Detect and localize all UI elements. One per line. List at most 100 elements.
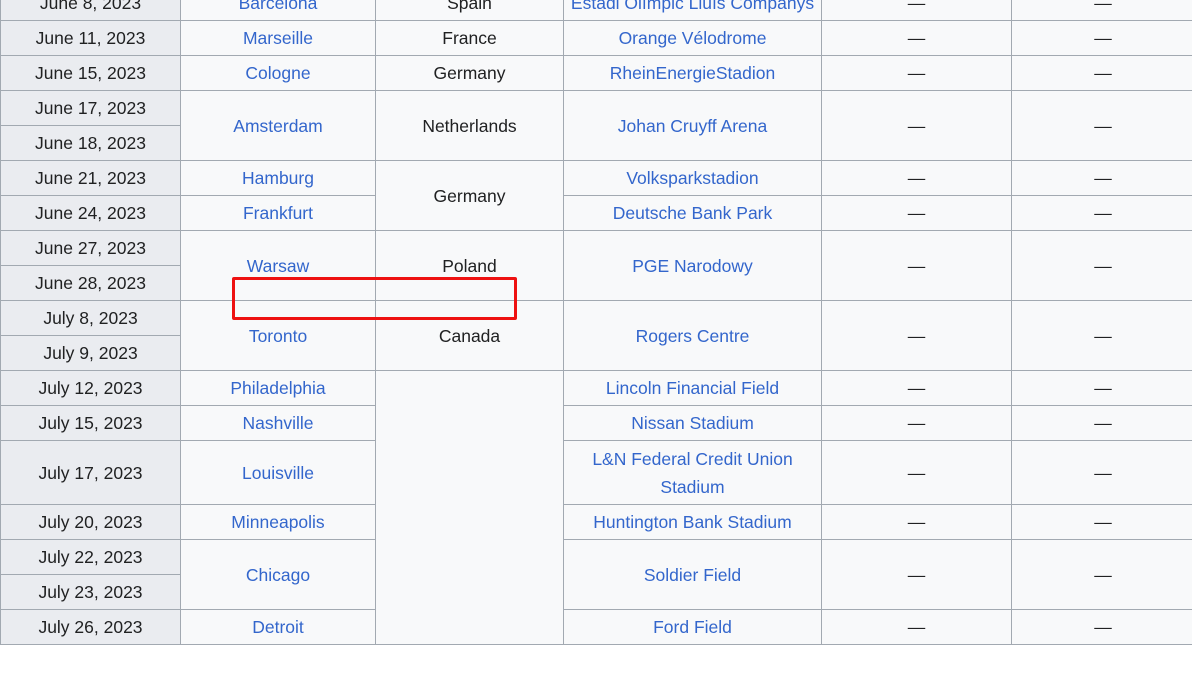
venue-link[interactable]: L&N Federal Credit Union Stadium — [592, 449, 792, 497]
venue-link[interactable]: Estadi Olímpic Lluís Companys — [571, 0, 814, 13]
city-link[interactable]: Marseille — [243, 28, 313, 48]
venue-cell: Orange Vélodrome — [563, 20, 822, 56]
venue-link[interactable]: PGE Narodowy — [632, 256, 753, 276]
venue-link[interactable]: Rogers Centre — [636, 326, 750, 346]
date-cell: June 24, 2023 — [0, 195, 181, 231]
table-row: July 15, 2023 Nashville Nissan Stadium —… — [0, 405, 1192, 441]
attendance-cell: — — [821, 440, 1012, 505]
table-row: June 17, 2023 Amsterdam Netherlands Joha… — [0, 90, 1192, 161]
attendance-cell: — — [821, 230, 1012, 301]
country-cell — [375, 370, 564, 645]
revenue-cell: — — [1011, 300, 1192, 371]
venue-link[interactable]: Orange Vélodrome — [619, 28, 767, 48]
date-cell: June 8, 2023 — [0, 0, 181, 21]
revenue-cell: — — [1011, 90, 1192, 161]
city-link[interactable]: Frankfurt — [243, 203, 313, 223]
table-row: July 17, 2023 Louisville L&N Federal Cre… — [0, 440, 1192, 505]
venue-cell: Ford Field — [563, 609, 822, 645]
venue-link[interactable]: Huntington Bank Stadium — [593, 512, 791, 532]
city-link[interactable]: Philadelphia — [230, 378, 325, 398]
revenue-cell: — — [1011, 230, 1192, 301]
attendance-cell: — — [821, 405, 1012, 441]
date-cell: July 26, 2023 — [0, 609, 181, 645]
city-link[interactable]: Amsterdam — [233, 116, 322, 136]
date-cell: June 28, 2023 — [0, 265, 181, 301]
venue-cell: Soldier Field — [563, 539, 822, 610]
city-link[interactable]: Cologne — [245, 63, 310, 83]
venue-link[interactable]: Deutsche Bank Park — [613, 203, 773, 223]
attendance-cell: — — [821, 504, 1012, 540]
attendance-cell: — — [821, 300, 1012, 371]
city-cell: Minneapolis — [180, 504, 376, 540]
city-link[interactable]: Toronto — [249, 326, 307, 346]
table-row: June 11, 2023 Marseille France Orange Vé… — [0, 20, 1192, 56]
table-row: June 24, 2023 Frankfurt Deutsche Bank Pa… — [0, 195, 1192, 231]
attendance-cell: — — [821, 90, 1012, 161]
venue-cell: PGE Narodowy — [563, 230, 822, 301]
attendance-cell: — — [821, 195, 1012, 231]
country-cell: France — [375, 20, 564, 56]
table-row: July 8, 2023 Toronto Canada Rogers Centr… — [0, 300, 1192, 371]
city-link[interactable]: Hamburg — [242, 168, 314, 188]
revenue-cell: — — [1011, 539, 1192, 610]
venue-cell: Volksparkstadion — [563, 160, 822, 196]
date-cell: July 23, 2023 — [0, 574, 181, 610]
city-cell: Nashville — [180, 405, 376, 441]
date-cell: June 11, 2023 — [0, 20, 181, 56]
venue-cell: Nissan Stadium — [563, 405, 822, 441]
table-row: July 20, 2023 Minneapolis Huntington Ban… — [0, 504, 1192, 540]
city-cell: Barcelona — [180, 0, 376, 21]
table-row: July 26, 2023 Detroit Ford Field — — — [0, 609, 1192, 645]
city-cell: Cologne — [180, 55, 376, 91]
city-cell: Warsaw — [180, 230, 376, 301]
city-link[interactable]: Nashville — [243, 413, 314, 433]
date-cell: July 9, 2023 — [0, 335, 181, 371]
attendance-cell: — — [821, 0, 1012, 21]
venue-link[interactable]: Volksparkstadion — [626, 168, 758, 188]
city-cell: Louisville — [180, 440, 376, 505]
city-cell: Philadelphia — [180, 370, 376, 406]
tour-dates-table: June 8, 2023 Barcelona Spain Estadi Olím… — [0, 0, 1192, 645]
venue-link[interactable]: Nissan Stadium — [631, 413, 754, 433]
date-cell: July 22, 2023 — [0, 539, 181, 575]
date-cell: June 15, 2023 — [0, 55, 181, 91]
venue-link[interactable]: RheinEnergieStadion — [610, 63, 775, 83]
venue-cell: Rogers Centre — [563, 300, 822, 371]
table-row: June 8, 2023 Barcelona Spain Estadi Olím… — [0, 0, 1192, 21]
city-cell: Detroit — [180, 609, 376, 645]
venue-link[interactable]: Soldier Field — [644, 565, 741, 585]
city-cell: Amsterdam — [180, 90, 376, 161]
venue-link[interactable]: Ford Field — [653, 617, 732, 637]
city-link[interactable]: Detroit — [252, 617, 304, 637]
revenue-cell: — — [1011, 0, 1192, 21]
country-cell: Canada — [375, 300, 564, 371]
attendance-cell: — — [821, 55, 1012, 91]
venue-link[interactable]: Lincoln Financial Field — [606, 378, 779, 398]
revenue-cell: — — [1011, 195, 1192, 231]
date-cell: June 27, 2023 — [0, 230, 181, 266]
table-row: July 22, 2023 Chicago Soldier Field — — — [0, 539, 1192, 610]
date-cell: June 18, 2023 — [0, 125, 181, 161]
table-row: July 12, 2023 Philadelphia Lincoln Finan… — [0, 370, 1192, 645]
date-cell: June 17, 2023 — [0, 90, 181, 126]
attendance-cell: — — [821, 160, 1012, 196]
city-link[interactable]: Louisville — [242, 463, 314, 483]
table-row: June 15, 2023 Cologne Germany RheinEnerg… — [0, 55, 1192, 91]
city-cell: Chicago — [180, 539, 376, 610]
venue-link[interactable]: Johan Cruyff Arena — [618, 116, 768, 136]
city-link[interactable]: Barcelona — [239, 0, 318, 13]
city-cell: Frankfurt — [180, 195, 376, 231]
attendance-cell: — — [821, 609, 1012, 645]
attendance-cell: — — [821, 20, 1012, 56]
city-link[interactable]: Warsaw — [247, 256, 310, 276]
revenue-cell: — — [1011, 370, 1192, 406]
country-cell: Germany — [375, 160, 564, 231]
country-cell: Netherlands — [375, 90, 564, 161]
city-link[interactable]: Minneapolis — [231, 512, 324, 532]
revenue-cell: — — [1011, 55, 1192, 91]
city-link[interactable]: Chicago — [246, 565, 310, 585]
country-cell: Poland — [375, 230, 564, 301]
attendance-cell: — — [821, 539, 1012, 610]
venue-cell: Deutsche Bank Park — [563, 195, 822, 231]
revenue-cell: — — [1011, 504, 1192, 540]
